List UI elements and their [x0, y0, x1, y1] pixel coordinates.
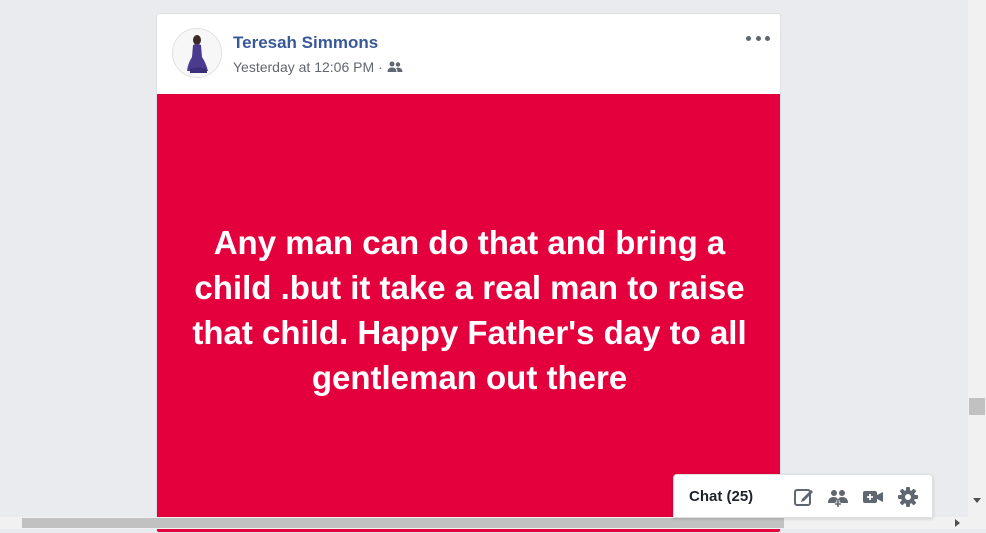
author-name[interactable]: Teresah Simmons	[233, 33, 378, 53]
author-avatar[interactable]	[172, 28, 222, 78]
scroll-down-arrow-icon[interactable]	[973, 498, 981, 503]
meta-separator: ·	[378, 59, 383, 75]
post-card: Teresah Simmons Yesterday at 12:06 PM · …	[156, 13, 781, 533]
video-call-icon[interactable]	[862, 486, 884, 508]
vertical-scroll-thumb[interactable]	[969, 398, 985, 415]
more-options-icon[interactable]	[746, 30, 770, 46]
post-body[interactable]: Any man can do that and bring a child .b…	[157, 94, 780, 532]
avatar-image	[173, 29, 221, 77]
post-text: Any man can do that and bring a child .b…	[192, 224, 747, 396]
horizontal-scrollbar[interactable]	[0, 517, 968, 529]
more-dot	[765, 35, 770, 41]
post-header: Teresah Simmons Yesterday at 12:06 PM ·	[157, 14, 780, 94]
more-dot	[755, 35, 761, 41]
friends-icon[interactable]	[387, 61, 403, 73]
horizontal-scroll-thumb[interactable]	[22, 518, 784, 528]
post-timestamp[interactable]: Yesterday at 12:06 PM	[233, 59, 374, 75]
chat-label[interactable]: Chat (25)	[689, 488, 753, 505]
vertical-scrollbar[interactable]	[968, 0, 986, 529]
scroll-right-arrow-icon[interactable]	[955, 519, 960, 527]
settings-gear-icon[interactable]	[897, 486, 919, 508]
more-dot	[746, 35, 751, 41]
chat-bar[interactable]: Chat (25)	[673, 474, 933, 518]
create-group-icon[interactable]	[827, 486, 849, 508]
post-meta: Yesterday at 12:06 PM ·	[233, 59, 403, 75]
new-message-icon[interactable]	[793, 486, 815, 508]
